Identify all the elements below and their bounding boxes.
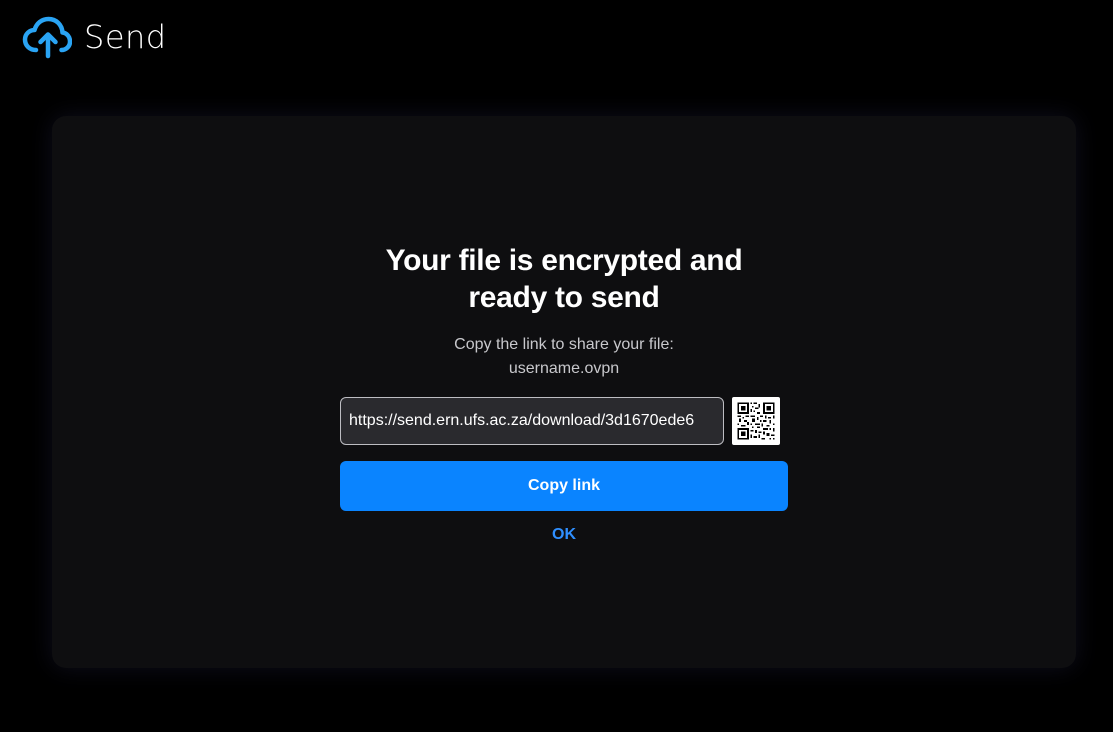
app-name: Send xyxy=(84,18,167,56)
qr-code-icon xyxy=(736,401,776,441)
link-row xyxy=(340,397,788,445)
copy-link-button[interactable]: Copy link xyxy=(340,461,788,511)
cloud-upload-icon xyxy=(22,16,72,59)
share-link-input[interactable] xyxy=(340,397,724,445)
share-dialog: Your file is encrypted and ready to send… xyxy=(52,116,1076,668)
qr-code-button[interactable] xyxy=(732,397,780,445)
dialog-content: Your file is encrypted and ready to send… xyxy=(52,242,1076,544)
file-name: username.ovpn xyxy=(508,360,620,377)
ok-button[interactable]: OK xyxy=(552,526,576,544)
dialog-title: Your file is encrypted and ready to send xyxy=(385,244,743,314)
dialog-subtitle: Copy the link to share your file: xyxy=(454,336,674,353)
header: Send xyxy=(22,12,167,62)
